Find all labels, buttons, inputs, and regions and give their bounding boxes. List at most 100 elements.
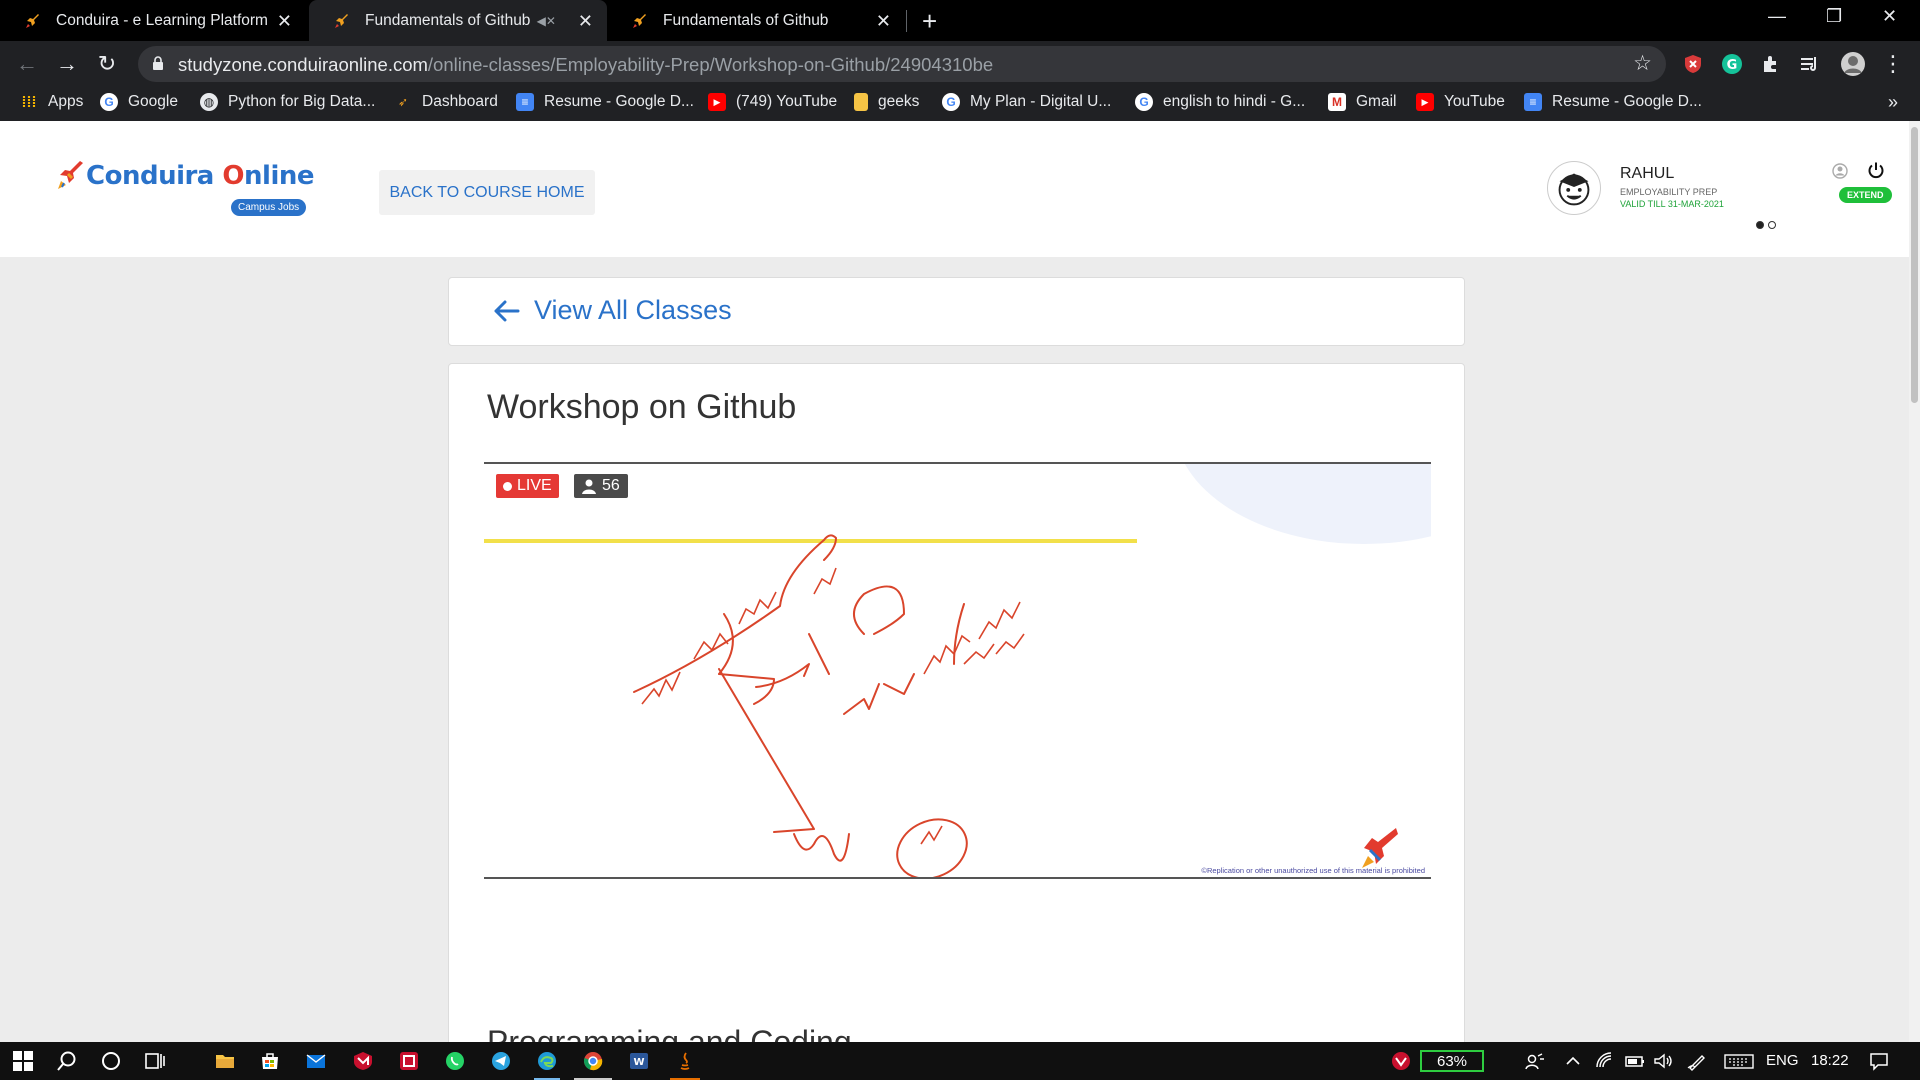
reload-icon[interactable]: ↻	[94, 51, 120, 77]
next-section-title: Programming and Coding	[487, 1024, 852, 1042]
bookmark-google[interactable]: G Google	[100, 93, 178, 111]
tab-conduira[interactable]: Conduira - e Learning Platform - ✕	[0, 0, 306, 41]
extend-button[interactable]: EXTEND	[1839, 187, 1892, 203]
people-icon[interactable]	[1524, 1050, 1546, 1072]
google-icon: G	[942, 93, 960, 111]
antivirus-tray-icon[interactable]	[1390, 1050, 1412, 1072]
scrollbar-thumb[interactable]	[1911, 127, 1918, 403]
back-to-course-home-button[interactable]: BACK TO COURSE HOME	[379, 170, 595, 215]
carousel-dots	[1756, 221, 1776, 229]
battery-indicator[interactable]: 63%	[1420, 1050, 1484, 1072]
chrome-menu-icon[interactable]: ⋮	[1880, 51, 1906, 77]
rocket-favicon-icon	[335, 13, 348, 28]
profile-avatar-icon[interactable]	[1840, 51, 1866, 77]
bookmark-python-big-data[interactable]: ◍ Python for Big Data...	[200, 93, 375, 111]
windows-start-icon[interactable]	[12, 1050, 34, 1072]
bookmark-english-hindi[interactable]: G english to hindi - G...	[1135, 93, 1305, 111]
red-app-icon[interactable]	[398, 1050, 420, 1072]
close-tab-icon[interactable]: ✕	[578, 12, 593, 30]
language-indicator[interactable]: ENG	[1766, 1052, 1799, 1069]
carousel-dot-active[interactable]	[1756, 221, 1764, 229]
user-profile-icon[interactable]	[1832, 163, 1848, 179]
minimize-icon[interactable]: —	[1768, 6, 1786, 27]
file-explorer-icon[interactable]	[214, 1050, 236, 1072]
conduira-logo[interactable]: Conduira Online	[56, 159, 314, 193]
url-host: studyzone.conduiraonline.com	[178, 54, 428, 75]
youtube-icon: ▶	[708, 93, 726, 111]
bookmark-star-icon[interactable]: ☆	[1633, 51, 1652, 76]
shield-extension-icon[interactable]	[1682, 53, 1704, 75]
more-bookmarks-chevron-icon[interactable]: »	[1888, 92, 1898, 113]
url-path: /online-classes/Employability-Prep/Works…	[427, 54, 994, 75]
bookmark-resume-docs[interactable]: ≡ Resume - Google D...	[516, 93, 694, 111]
telegram-icon[interactable]	[490, 1050, 512, 1072]
bookmarks-bar: ⁞⁞⁞ Apps G Google ◍ Python for Big Data.…	[0, 87, 1920, 121]
chevron-up-icon[interactable]	[1562, 1050, 1584, 1072]
pen-workspace-icon[interactable]	[1686, 1050, 1708, 1072]
bookmark-youtube-749[interactable]: ▶ (749) YouTube	[708, 93, 837, 111]
bookmark-geeks[interactable]: geeks	[854, 93, 919, 111]
carousel-dot[interactable]	[1768, 221, 1776, 229]
back-arrow-icon[interactable]: ←	[14, 51, 40, 77]
bookmark-dashboard[interactable]: ➶ Dashboard	[394, 93, 498, 111]
restore-icon[interactable]: ❐	[1826, 6, 1842, 27]
tab-title: Fundamentals of Github	[663, 11, 829, 29]
forward-arrow-icon[interactable]: →	[54, 51, 80, 77]
task-view-icon[interactable]	[144, 1050, 166, 1072]
page-scrollbar[interactable]	[1909, 121, 1920, 1042]
notification-center-icon[interactable]	[1868, 1050, 1890, 1072]
logo-text-o: O	[222, 161, 245, 191]
apps-grid-icon: ⁞⁞⁞	[21, 93, 37, 111]
battery-tray-icon[interactable]	[1624, 1050, 1646, 1072]
bookmark-label: geeks	[878, 93, 920, 110]
bookmark-my-plan[interactable]: G My Plan - Digital U...	[942, 93, 1111, 111]
lock-icon	[153, 56, 163, 70]
cortana-icon[interactable]	[100, 1050, 122, 1072]
java-ide-icon[interactable]	[674, 1050, 696, 1072]
live-video-player[interactable]: LIVE 56 ©Replication or other unauthoriz…	[484, 462, 1431, 879]
tab-title: Fundamentals of Github	[365, 11, 531, 29]
bookmark-resume-docs-2[interactable]: ≡ Resume - Google D...	[1524, 93, 1702, 111]
conduira-watermark-logo-icon	[1362, 828, 1398, 868]
clock-time[interactable]: 18:22	[1811, 1052, 1849, 1069]
wifi-icon[interactable]	[1594, 1050, 1616, 1072]
logo-text: Conduira Online	[86, 161, 314, 191]
word-icon[interactable]: W	[628, 1050, 650, 1072]
address-bar[interactable]: studyzone.conduiraonline.com/online-clas…	[138, 46, 1666, 82]
close-tab-icon[interactable]: ✕	[876, 12, 891, 30]
bookmark-apps[interactable]: ⁞⁞⁞ Apps	[20, 93, 84, 111]
copyright-notice: ©Replication or other unauthorized use o…	[1201, 866, 1425, 875]
conduira-icon: ➶	[397, 95, 409, 109]
person-icon	[582, 479, 596, 494]
whatsapp-icon[interactable]	[444, 1050, 466, 1072]
bookmark-label: My Plan - Digital U...	[970, 93, 1112, 110]
bookmark-label: english to hindi - G...	[1163, 93, 1306, 110]
bookmark-youtube[interactable]: ▶ YouTube	[1416, 93, 1505, 111]
chrome-icon[interactable]	[582, 1050, 604, 1072]
edge-icon[interactable]	[536, 1050, 558, 1072]
power-logout-icon[interactable]	[1867, 161, 1885, 179]
search-icon[interactable]	[56, 1050, 78, 1072]
tab-fundamentals-github-active[interactable]: Fundamentals of Github ◀✕ ✕	[309, 0, 607, 41]
tab-title: Conduira - e Learning Platform -	[56, 11, 269, 29]
speaker-muted-icon[interactable]: ◀✕	[537, 14, 556, 28]
view-all-classes-link[interactable]: View All Classes	[492, 295, 732, 326]
folder-icon	[854, 93, 868, 111]
bookmark-gmail[interactable]: M Gmail	[1328, 93, 1396, 111]
close-tab-icon[interactable]: ✕	[277, 12, 292, 30]
puzzle-extensions-icon[interactable]	[1760, 53, 1782, 75]
volume-icon[interactable]	[1652, 1050, 1674, 1072]
grammarly-icon[interactable]: G	[1721, 53, 1743, 75]
rocket-logo-icon	[58, 161, 83, 189]
tab-fundamentals-github[interactable]: Fundamentals of Github ✕	[607, 0, 905, 41]
bookmark-label: Apps	[48, 93, 84, 110]
browser-tab-strip: Conduira - e Learning Platform - ✕ Funda…	[0, 0, 1920, 41]
mail-icon[interactable]	[305, 1050, 327, 1072]
media-queue-icon[interactable]	[1799, 53, 1821, 75]
close-window-icon[interactable]: ✕	[1882, 6, 1897, 27]
touch-keyboard-icon[interactable]	[1724, 1050, 1754, 1072]
microsoft-store-icon[interactable]	[259, 1050, 281, 1072]
user-avatar[interactable]	[1547, 161, 1601, 215]
new-tab-icon[interactable]: +	[922, 6, 937, 37]
mcafee-icon[interactable]	[352, 1050, 374, 1072]
